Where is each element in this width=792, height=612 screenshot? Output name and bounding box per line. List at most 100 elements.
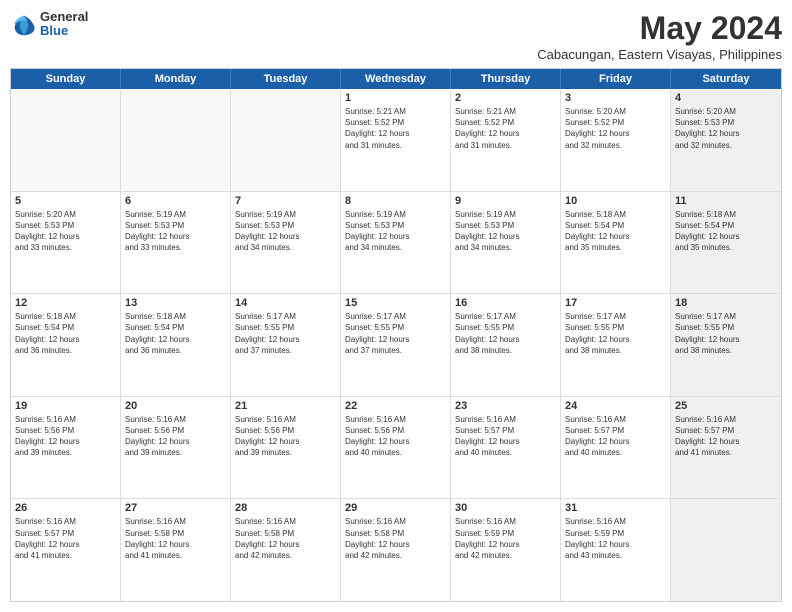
calendar-cell xyxy=(671,499,781,601)
day-number: 31 xyxy=(565,502,666,514)
logo: General Blue xyxy=(10,10,88,39)
cell-info: Sunrise: 5:17 AM Sunset: 5:55 PM Dayligh… xyxy=(565,311,666,356)
day-number: 18 xyxy=(675,297,777,309)
day-number: 3 xyxy=(565,92,666,104)
day-number: 11 xyxy=(675,195,777,207)
day-number: 19 xyxy=(15,400,116,412)
header: General Blue May 2024 Cabacungan, Easter… xyxy=(10,10,782,62)
calendar-cell: 27 Sunrise: 5:16 AM Sunset: 5:58 PM Dayli… xyxy=(121,499,231,601)
calendar-cell: 6 Sunrise: 5:19 AM Sunset: 5:53 PM Daylig… xyxy=(121,192,231,294)
cell-info: Sunrise: 5:18 AM Sunset: 5:54 PM Dayligh… xyxy=(675,209,777,254)
cell-info: Sunrise: 5:16 AM Sunset: 5:56 PM Dayligh… xyxy=(15,414,116,459)
cell-info: Sunrise: 5:16 AM Sunset: 5:56 PM Dayligh… xyxy=(235,414,336,459)
cell-info: Sunrise: 5:16 AM Sunset: 5:56 PM Dayligh… xyxy=(345,414,446,459)
cell-info: Sunrise: 5:20 AM Sunset: 5:53 PM Dayligh… xyxy=(15,209,116,254)
calendar-cell: 4 Sunrise: 5:20 AM Sunset: 5:53 PM Daylig… xyxy=(671,89,781,191)
calendar-cell: 7Sunrise: 5:19 AM Sunset: 5:53 PM Daylig… xyxy=(231,192,341,294)
cell-info: Sunrise: 5:17 AM Sunset: 5:55 PM Dayligh… xyxy=(235,311,336,356)
weekday-header: Sunday xyxy=(11,69,121,89)
calendar-cell: 12Sunrise: 5:18 AM Sunset: 5:54 PM Dayli… xyxy=(11,294,121,396)
logo-blue: Blue xyxy=(40,24,88,38)
calendar-cell: 13 Sunrise: 5:18 AM Sunset: 5:54 PM Dayli… xyxy=(121,294,231,396)
logo-text: General Blue xyxy=(40,10,88,39)
weekday-header: Thursday xyxy=(451,69,561,89)
calendar-cell: 19 Sunrise: 5:16 AM Sunset: 5:56 PM Dayli… xyxy=(11,397,121,499)
calendar-row: 19 Sunrise: 5:16 AM Sunset: 5:56 PM Dayli… xyxy=(11,397,781,500)
day-number: 26 xyxy=(15,502,116,514)
calendar-cell xyxy=(11,89,121,191)
calendar-cell: 30Sunrise: 5:16 AM Sunset: 5:59 PM Dayli… xyxy=(451,499,561,601)
calendar-body: 1 Sunrise: 5:21 AM Sunset: 5:52 PM Daylig… xyxy=(11,89,781,601)
day-number: 24 xyxy=(565,400,666,412)
weekday-header: Tuesday xyxy=(231,69,341,89)
calendar-cell: 17 Sunrise: 5:17 AM Sunset: 5:55 PM Dayli… xyxy=(561,294,671,396)
day-number: 4 xyxy=(675,92,777,104)
calendar-cell xyxy=(121,89,231,191)
calendar-row: 5 Sunrise: 5:20 AM Sunset: 5:53 PM Daylig… xyxy=(11,192,781,295)
day-number: 1 xyxy=(345,92,446,104)
calendar-cell: 9 Sunrise: 5:19 AM Sunset: 5:53 PM Daylig… xyxy=(451,192,561,294)
day-number: 6 xyxy=(125,195,226,207)
day-number: 5 xyxy=(15,195,116,207)
cell-info: Sunrise: 5:18 AM Sunset: 5:54 PM Dayligh… xyxy=(125,311,226,356)
calendar-cell: 15 Sunrise: 5:17 AM Sunset: 5:55 PM Dayli… xyxy=(341,294,451,396)
day-number: 29 xyxy=(345,502,446,514)
calendar: SundayMondayTuesdayWednesdayThursdayFrid… xyxy=(10,68,782,602)
day-number: 2 xyxy=(455,92,556,104)
calendar-cell: 28Sunrise: 5:16 AM Sunset: 5:58 PM Dayli… xyxy=(231,499,341,601)
cell-info: Sunrise: 5:16 AM Sunset: 5:58 PM Dayligh… xyxy=(345,516,446,561)
calendar-cell: 2 Sunrise: 5:21 AM Sunset: 5:52 PM Daylig… xyxy=(451,89,561,191)
cell-info: Sunrise: 5:16 AM Sunset: 5:58 PM Dayligh… xyxy=(125,516,226,561)
cell-info: Sunrise: 5:17 AM Sunset: 5:55 PM Dayligh… xyxy=(455,311,556,356)
location: Cabacungan, Eastern Visayas, Philippines xyxy=(537,47,782,62)
calendar-cell: 10Sunrise: 5:18 AM Sunset: 5:54 PM Dayli… xyxy=(561,192,671,294)
calendar-cell: 24 Sunrise: 5:16 AM Sunset: 5:57 PM Dayli… xyxy=(561,397,671,499)
weekday-header: Monday xyxy=(121,69,231,89)
cell-info: Sunrise: 5:17 AM Sunset: 5:55 PM Dayligh… xyxy=(345,311,446,356)
cell-info: Sunrise: 5:16 AM Sunset: 5:57 PM Dayligh… xyxy=(565,414,666,459)
day-number: 28 xyxy=(235,502,336,514)
calendar-cell: 26Sunrise: 5:16 AM Sunset: 5:57 PM Dayli… xyxy=(11,499,121,601)
cell-info: Sunrise: 5:16 AM Sunset: 5:59 PM Dayligh… xyxy=(565,516,666,561)
cell-info: Sunrise: 5:16 AM Sunset: 5:57 PM Dayligh… xyxy=(455,414,556,459)
calendar-cell xyxy=(231,89,341,191)
cell-info: Sunrise: 5:19 AM Sunset: 5:53 PM Dayligh… xyxy=(455,209,556,254)
day-number: 14 xyxy=(235,297,336,309)
cell-info: Sunrise: 5:19 AM Sunset: 5:53 PM Dayligh… xyxy=(235,209,336,254)
cell-info: Sunrise: 5:21 AM Sunset: 5:52 PM Dayligh… xyxy=(455,106,556,151)
calendar-row: 1 Sunrise: 5:21 AM Sunset: 5:52 PM Daylig… xyxy=(11,89,781,192)
day-number: 16 xyxy=(455,297,556,309)
day-number: 13 xyxy=(125,297,226,309)
day-number: 27 xyxy=(125,502,226,514)
calendar-cell: 16 Sunrise: 5:17 AM Sunset: 5:55 PM Dayli… xyxy=(451,294,561,396)
day-number: 10 xyxy=(565,195,666,207)
calendar-row: 26Sunrise: 5:16 AM Sunset: 5:57 PM Dayli… xyxy=(11,499,781,601)
page: General Blue May 2024 Cabacungan, Easter… xyxy=(0,0,792,612)
calendar-cell: 25Sunrise: 5:16 AM Sunset: 5:57 PM Dayli… xyxy=(671,397,781,499)
weekday-header: Friday xyxy=(561,69,671,89)
calendar-cell: 11 Sunrise: 5:18 AM Sunset: 5:54 PM Dayli… xyxy=(671,192,781,294)
cell-info: Sunrise: 5:20 AM Sunset: 5:53 PM Dayligh… xyxy=(675,106,777,151)
title-section: May 2024 Cabacungan, Eastern Visayas, Ph… xyxy=(537,10,782,62)
cell-info: Sunrise: 5:19 AM Sunset: 5:53 PM Dayligh… xyxy=(345,209,446,254)
logo-icon xyxy=(10,10,38,38)
calendar-cell: 14 Sunrise: 5:17 AM Sunset: 5:55 PM Dayli… xyxy=(231,294,341,396)
calendar-cell: 18Sunrise: 5:17 AM Sunset: 5:55 PM Dayli… xyxy=(671,294,781,396)
cell-info: Sunrise: 5:19 AM Sunset: 5:53 PM Dayligh… xyxy=(125,209,226,254)
calendar-cell: 23 Sunrise: 5:16 AM Sunset: 5:57 PM Dayli… xyxy=(451,397,561,499)
cell-info: Sunrise: 5:16 AM Sunset: 5:56 PM Dayligh… xyxy=(125,414,226,459)
day-number: 9 xyxy=(455,195,556,207)
day-number: 17 xyxy=(565,297,666,309)
calendar-cell: 29 Sunrise: 5:16 AM Sunset: 5:58 PM Dayli… xyxy=(341,499,451,601)
cell-info: Sunrise: 5:20 AM Sunset: 5:52 PM Dayligh… xyxy=(565,106,666,151)
calendar-cell: 5 Sunrise: 5:20 AM Sunset: 5:53 PM Daylig… xyxy=(11,192,121,294)
month-title: May 2024 xyxy=(537,10,782,47)
day-number: 12 xyxy=(15,297,116,309)
day-number: 20 xyxy=(125,400,226,412)
day-number: 15 xyxy=(345,297,446,309)
day-number: 25 xyxy=(675,400,777,412)
calendar-header: SundayMondayTuesdayWednesdayThursdayFrid… xyxy=(11,69,781,89)
day-number: 21 xyxy=(235,400,336,412)
day-number: 23 xyxy=(455,400,556,412)
calendar-cell: 22Sunrise: 5:16 AM Sunset: 5:56 PM Dayli… xyxy=(341,397,451,499)
